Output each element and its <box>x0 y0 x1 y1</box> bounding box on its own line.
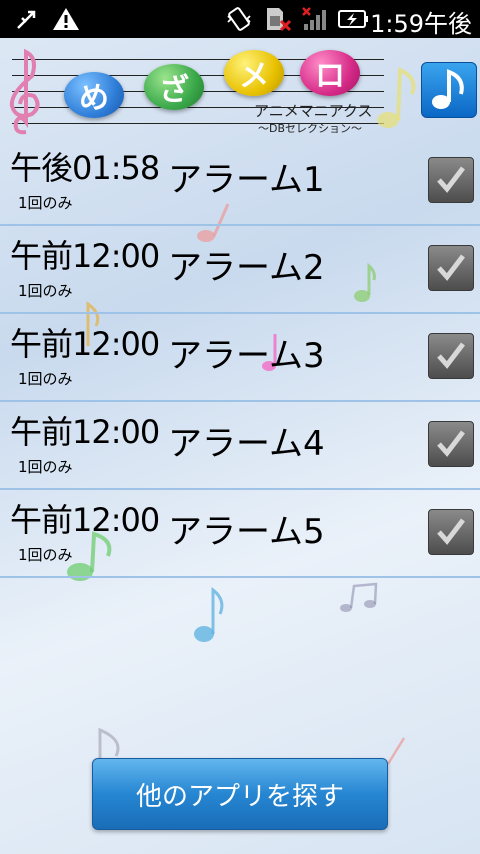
alarm-row-4[interactable]: 午前12:00 1回のみ アラーム4 <box>0 402 480 490</box>
alarm-row-3[interactable]: 午前12:00 1回のみ アラーム3 <box>0 314 480 402</box>
alarm-enabled-checkbox[interactable] <box>428 157 474 203</box>
logo-char-za: ざ <box>144 64 204 110</box>
checkmark-icon <box>437 342 465 369</box>
alarm-time: 午前12:00 <box>10 237 160 275</box>
alarm-name: アラーム5 <box>168 512 325 552</box>
checkmark-icon <box>437 430 465 457</box>
alarm-repeat: 1回のみ <box>18 370 73 388</box>
status-bar: 1:59午後 <box>0 0 480 38</box>
alarm-repeat: 1回のみ <box>18 194 73 212</box>
music-note-decoration-icon <box>340 582 378 612</box>
music-note-decoration-icon <box>377 66 416 128</box>
alarm-list: 午後01:58 1回のみ アラーム1 午前12:00 1回のみ アラーム2 午前… <box>0 138 480 578</box>
alarm-row-5[interactable]: 午前12:00 1回のみ アラーム5 <box>0 490 480 578</box>
alarm-name: アラーム2 <box>168 248 325 288</box>
alarm-enabled-checkbox[interactable] <box>428 509 474 555</box>
app-subtitle: アニメマニアクス <box>254 102 373 120</box>
alarm-repeat: 1回のみ <box>18 282 73 300</box>
logo-char-me: め <box>64 72 124 118</box>
music-menu-button[interactable] <box>421 62 477 118</box>
alarm-name: アラーム3 <box>168 336 325 376</box>
logo-char-me-katakana: メ <box>224 50 284 96</box>
alarm-time: 午前12:00 <box>10 413 160 451</box>
checkmark-icon <box>437 166 465 193</box>
music-note-decoration-icon <box>194 586 224 642</box>
usb-debug-icon <box>17 10 36 29</box>
logo-char-ro: ロ <box>300 50 360 96</box>
alarm-row-1[interactable]: 午後01:58 1回のみ アラーム1 <box>0 138 480 226</box>
alarm-repeat: 1回のみ <box>18 458 73 476</box>
app-header: め ざ メ ロ アニメマニアクス 〜DBセレクション〜 <box>0 38 480 138</box>
checkmark-icon <box>437 254 465 281</box>
find-other-apps-button[interactable]: 他のアプリを探す <box>92 758 388 830</box>
alarm-enabled-checkbox[interactable] <box>428 333 474 379</box>
alarm-name: アラーム4 <box>168 424 325 464</box>
music-note-decoration-icon <box>98 728 120 760</box>
music-note-icon <box>432 69 464 109</box>
alarm-time: 午前12:00 <box>10 501 160 539</box>
no-signal-icon <box>302 7 326 30</box>
app-subtitle-sub: 〜DBセレクション〜 <box>258 122 363 135</box>
alarm-enabled-checkbox[interactable] <box>428 245 474 291</box>
alarm-time: 午後01:58 <box>10 149 160 187</box>
status-time: 1:59午後 <box>370 10 472 38</box>
sim-missing-icon <box>267 8 292 32</box>
alarm-row-2[interactable]: 午前12:00 1回のみ アラーム2 <box>0 226 480 314</box>
vibrate-icon <box>227 7 251 31</box>
alarm-repeat: 1回のみ <box>18 546 73 564</box>
alarm-name: アラーム1 <box>168 160 325 200</box>
treble-clef-icon <box>9 48 40 135</box>
alarm-enabled-checkbox[interactable] <box>428 421 474 467</box>
warning-icon <box>53 8 79 30</box>
battery-charging-icon <box>338 10 368 28</box>
checkmark-icon <box>437 518 465 545</box>
alarm-time: 午前12:00 <box>10 325 160 363</box>
